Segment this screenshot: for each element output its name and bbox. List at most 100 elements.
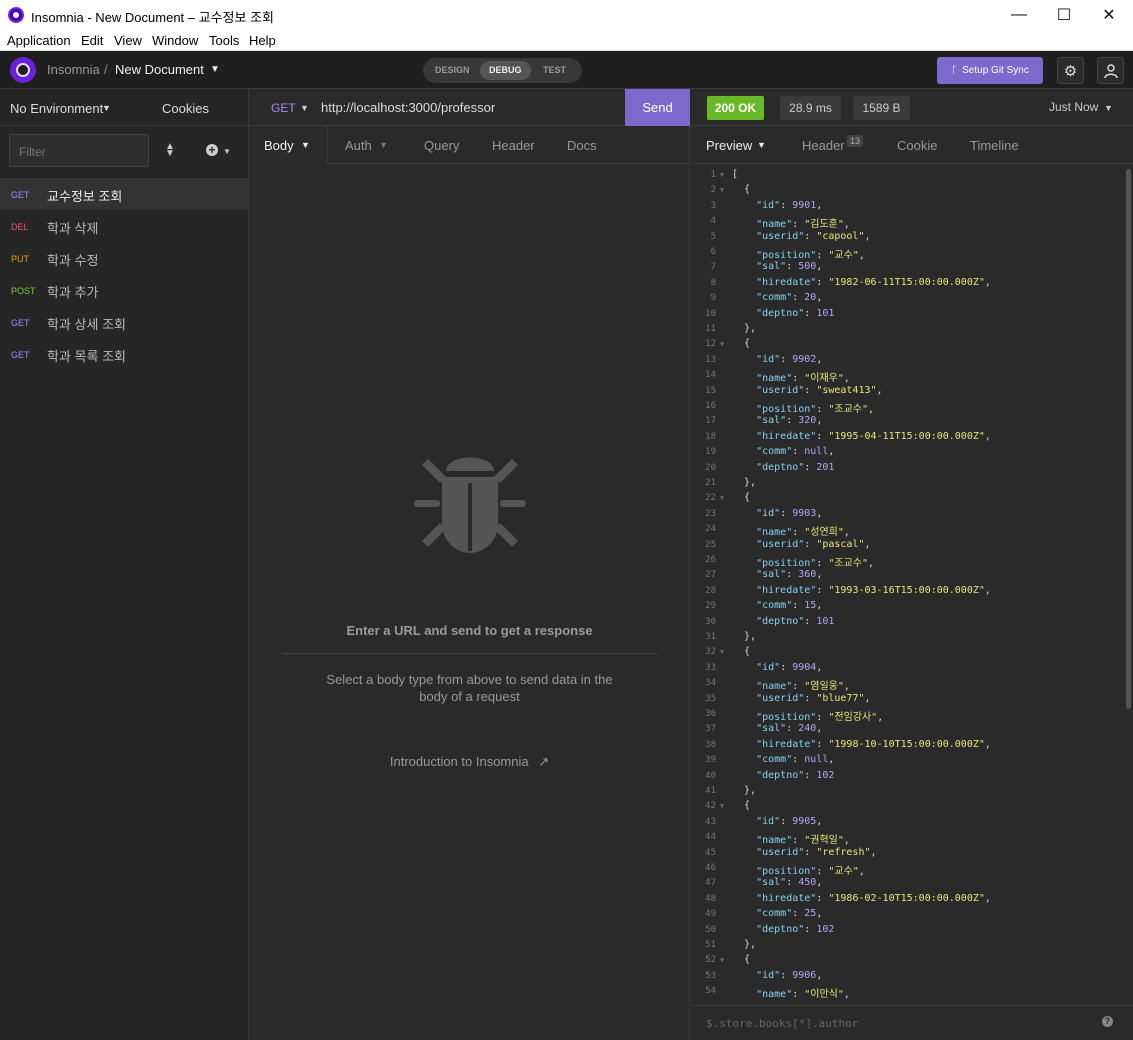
json-line-text: }, <box>732 323 757 334</box>
json-line: 23 "id": 9903, <box>691 508 1124 523</box>
fold-toggle-icon[interactable]: ▼ <box>720 494 724 502</box>
account-button[interactable] <box>1097 57 1124 84</box>
json-line-text: "deptno": 102 <box>756 923 835 935</box>
git-branch-icon: ᚴ <box>951 65 958 76</box>
json-line-text: "deptno": 101 <box>756 307 835 319</box>
json-line-text: { <box>732 492 751 504</box>
menu-edit[interactable]: Edit <box>81 33 103 48</box>
auth-chevron-icon[interactable]: ▼ <box>379 140 388 150</box>
fold-toggle-icon[interactable]: ▼ <box>720 171 724 179</box>
method-selector[interactable]: GET <box>271 101 296 115</box>
insomnia-logo-icon[interactable] <box>10 57 36 83</box>
menu-help[interactable]: Help <box>249 33 276 48</box>
breadcrumb-app[interactable]: Insomnia <box>47 62 100 77</box>
response-scrollbar[interactable] <box>1124 169 1133 1005</box>
tab-header[interactable]: Header <box>492 138 535 153</box>
line-number: 26 <box>705 555 716 565</box>
json-line: 42 ▼ { <box>691 800 1124 815</box>
response-json-viewer[interactable]: 1 ▼[2 ▼ {3 "id": 9901, 4 "name": "김도훈", 5 "u… <box>691 169 1124 1005</box>
history-selector[interactable]: Just Now <box>1049 100 1098 114</box>
minimize-button[interactable]: — <box>996 0 1042 30</box>
sidebar-request-item[interactable]: PUT 학과 수정 <box>0 242 248 273</box>
line-number: 29 <box>705 601 716 612</box>
json-line: 24 "name": "성연희", <box>691 523 1124 538</box>
add-icon[interactable]: + <box>206 144 218 156</box>
line-number: 13 <box>705 354 716 365</box>
sidebar-request-item[interactable]: DEL 학과 삭제 <box>0 210 248 241</box>
tab-test[interactable]: TEST <box>543 65 566 75</box>
menu-tools[interactable]: Tools <box>209 33 239 48</box>
response-filter-bar: $.store.books[*].author ? <box>691 1005 1133 1040</box>
preview-chevron-icon[interactable]: ▼ <box>757 140 766 150</box>
line-number: 17 <box>705 416 716 427</box>
line-number: 35 <box>705 693 716 704</box>
menu-application[interactable]: Application <box>7 33 71 48</box>
tab-auth[interactable]: Auth <box>345 138 372 153</box>
tab-debug[interactable]: DEBUG <box>480 61 531 80</box>
tab-design[interactable]: DESIGN <box>435 65 470 75</box>
setup-git-sync-button[interactable]: ᚴ Setup Git Sync <box>937 57 1043 84</box>
json-line: 29 "comm": 15, <box>691 600 1124 615</box>
line-number: 31 <box>705 632 716 642</box>
settings-button[interactable]: ⚙ <box>1057 57 1084 84</box>
chevron-down-icon[interactable]: ▼ <box>210 64 220 75</box>
fold-toggle-icon[interactable]: ▼ <box>720 648 724 656</box>
body-chevron-icon[interactable]: ▼ <box>301 140 310 150</box>
cookies-button[interactable]: Cookies <box>162 101 209 116</box>
json-line-text: "deptno": 101 <box>756 615 835 627</box>
sidebar-request-item[interactable]: POST 학과 추가 <box>0 274 248 305</box>
git-button-label: Setup Git Sync <box>962 65 1029 76</box>
environment-selector[interactable]: No Environment <box>10 101 103 116</box>
json-line-text: "position": "전임강사", <box>756 712 884 723</box>
send-button[interactable]: Send <box>625 89 690 126</box>
breadcrumb-document[interactable]: New Document <box>115 62 204 77</box>
fold-toggle-icon[interactable]: ▼ <box>720 340 724 348</box>
scrollbar-thumb[interactable] <box>1126 169 1131 709</box>
response-filter-input[interactable]: $.store.books[*].author <box>706 1017 858 1030</box>
json-line-text: "name": "이재우", <box>756 373 850 385</box>
fold-toggle-icon[interactable]: ▼ <box>720 956 724 964</box>
fold-toggle-icon[interactable]: ▼ <box>720 802 724 810</box>
json-line-text: "id": 9901, <box>756 199 823 211</box>
line-number: 12 <box>705 339 716 350</box>
window-title: Insomnia - New Document – 교수정보 조회 <box>31 10 274 25</box>
maximize-button[interactable]: ☐ <box>1041 0 1087 30</box>
json-line-text: "id": 9903, <box>756 507 823 519</box>
sidebar-request-item[interactable]: GET 학과 상세 조회 <box>0 306 248 337</box>
tab-body[interactable]: Body <box>264 138 294 153</box>
url-input[interactable]: http://localhost:3000/professor <box>321 100 495 115</box>
json-line: 2 ▼ { <box>691 184 1124 199</box>
environment-chevron-icon[interactable]: ▼ <box>102 103 111 113</box>
tab-response-header[interactable]: Header <box>802 138 845 153</box>
json-line-text: "hiredate": "1986-02-10T15:00:00.000Z", <box>756 892 991 904</box>
close-button[interactable]: ✕ <box>1086 0 1132 30</box>
add-chevron-icon[interactable]: ▼ <box>223 147 231 156</box>
intro-link-label[interactable]: Introduction to Insomnia <box>390 754 529 769</box>
help-icon[interactable]: ? <box>1102 1016 1113 1027</box>
json-line-text: "userid": "capool", <box>756 230 871 242</box>
line-number: 53 <box>705 970 716 981</box>
external-link-icon[interactable]: ↗ <box>538 754 549 769</box>
sort-icon[interactable]: ▲ ▼ <box>165 142 175 159</box>
sidebar-request-item[interactable]: GET 교수정보 조회 <box>0 178 248 209</box>
intro-link[interactable]: Introduction to Insomnia ↗ <box>249 754 690 770</box>
json-line-text: "name": "이만식", <box>756 989 850 1001</box>
line-number: 3 <box>710 200 716 211</box>
tab-timeline[interactable]: Timeline <box>970 138 1019 153</box>
json-line: 3 "id": 9901, <box>691 200 1124 215</box>
tab-cookie[interactable]: Cookie <box>897 138 937 153</box>
filter-input[interactable]: Filter <box>9 134 149 167</box>
tab-docs[interactable]: Docs <box>567 138 597 153</box>
history-chevron-icon[interactable]: ▼ <box>1104 103 1113 113</box>
sidebar-request-item[interactable]: GET 학과 목록 조회 <box>0 338 248 369</box>
json-line: 5 "userid": "capool", <box>691 231 1124 246</box>
fold-toggle-icon[interactable]: ▼ <box>720 186 724 194</box>
json-line: 39 "comm": null, <box>691 754 1124 769</box>
menu-window[interactable]: Window <box>152 33 198 48</box>
method-chevron-icon[interactable]: ▼ <box>300 103 309 113</box>
json-line: 41 }, <box>691 785 1124 800</box>
tab-query[interactable]: Query <box>424 138 459 153</box>
tab-preview[interactable]: Preview <box>706 138 752 153</box>
menu-view[interactable]: View <box>114 33 142 48</box>
json-line-text: "position": "조교수", <box>756 558 875 569</box>
